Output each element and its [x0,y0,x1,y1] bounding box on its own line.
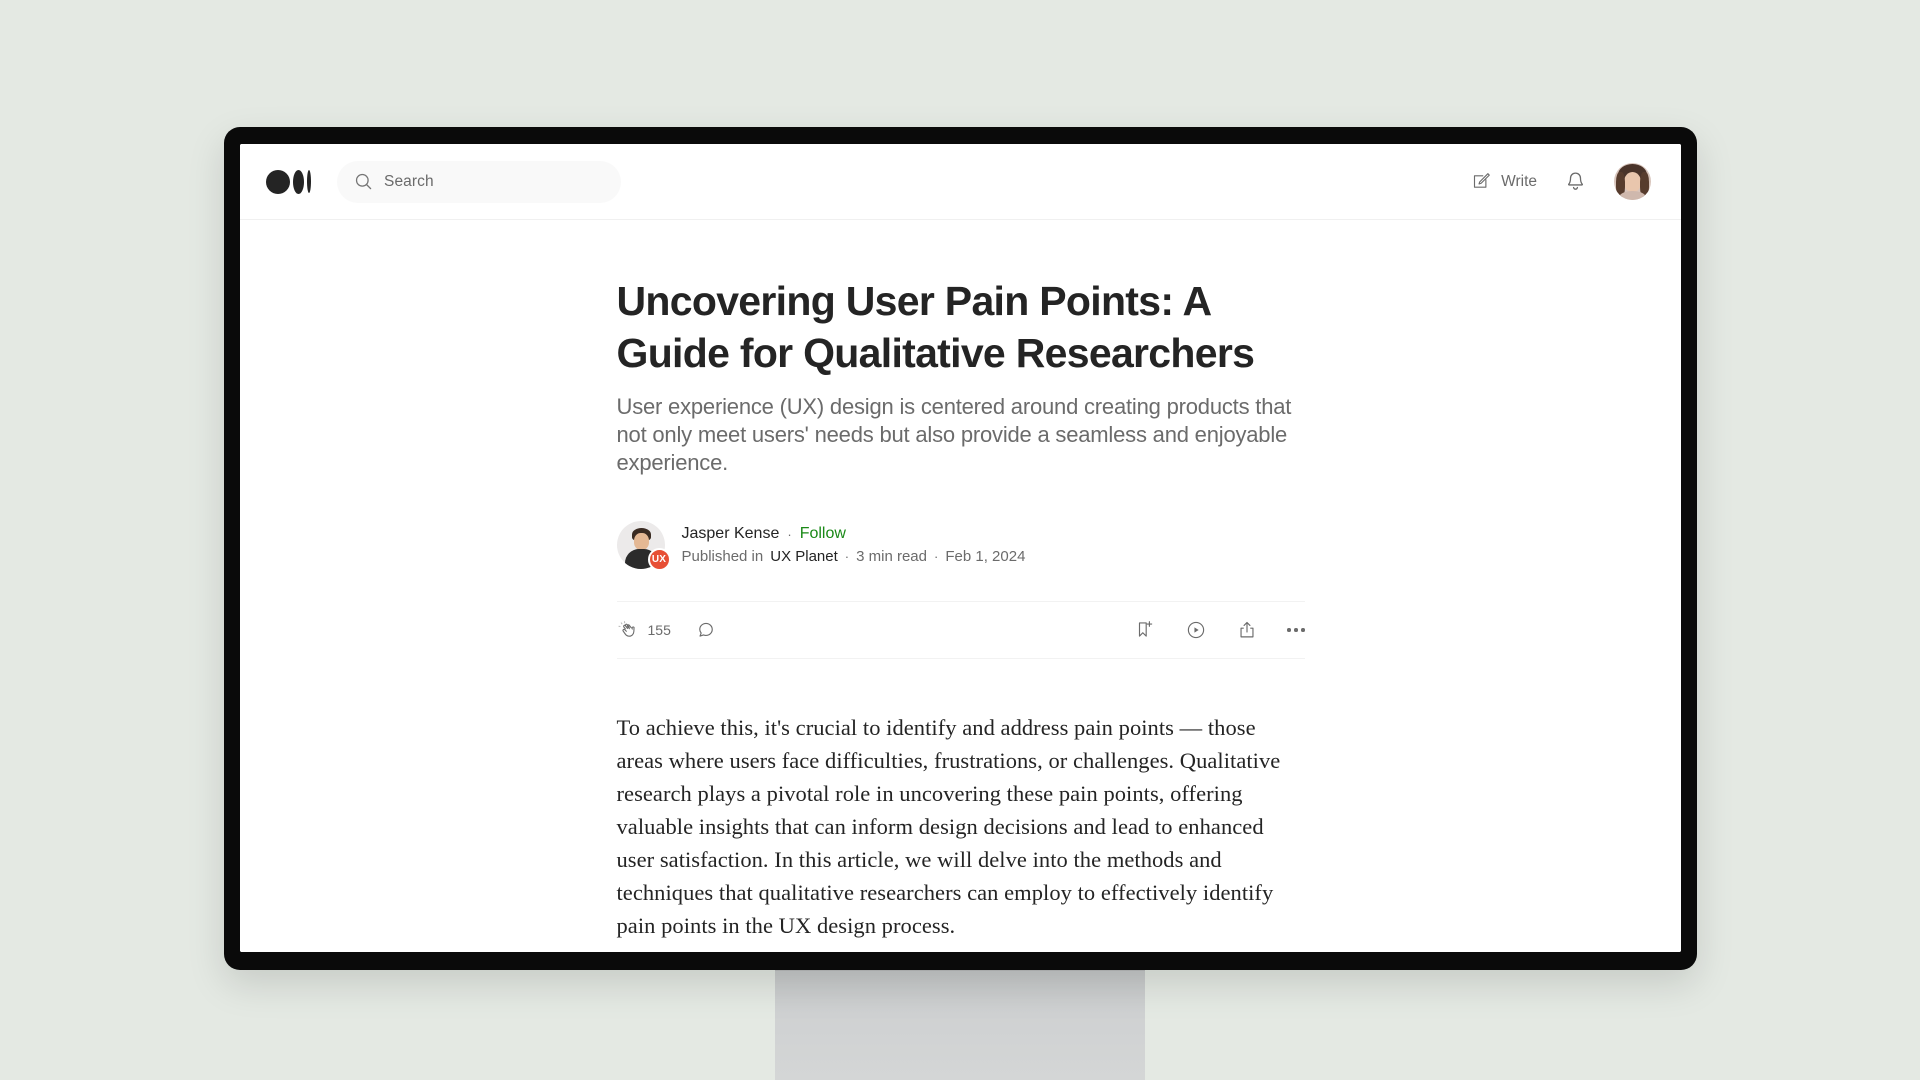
author-face [633,533,649,550]
action-bar-right [1134,619,1305,641]
author-name[interactable]: Jasper Kense [682,525,780,543]
comment-button[interactable] [695,619,717,641]
published-in-label: Published in [681,548,764,565]
byline-separator-3: · [934,549,939,564]
ellipsis-dot-3 [1301,628,1305,632]
read-time: 3 min read [856,548,927,565]
top-navigation-bar: Search Write [240,144,1681,220]
clap-button[interactable]: 155 [617,619,671,641]
monitor-bezel: Search Write Uncovering User Pain Points… [224,127,1697,970]
follow-link[interactable]: Follow [800,525,846,543]
article-title: Uncovering User Pain Points: A Guide for… [616,278,1255,376]
listen-button[interactable] [1185,619,1207,641]
byline: UX Jasper Kense · Follow Published in UX… [616,521,1305,571]
profile-avatar[interactable] [1614,163,1651,200]
ellipsis-dot-2 [1294,628,1298,632]
clap-count: 155 [647,622,671,638]
publish-date: Feb 1, 2024 [945,548,1026,565]
article: Uncovering User Pain Points: A Guide for… [616,220,1305,952]
search-input[interactable]: Search [337,160,621,203]
action-bar-left: 155 [617,619,717,641]
screen: Search Write Uncovering User Pain Points… [240,144,1681,952]
logo-dot-medium [293,169,304,194]
publication-badge: UX [647,548,671,571]
avatar-shoulders [1619,191,1646,200]
byline-text-block: Jasper Kense · Follow Published in UX Pl… [682,525,1026,565]
nav-right-group: Write [1471,163,1651,200]
more-options-button[interactable] [1287,628,1305,632]
search-icon [355,173,372,190]
article-action-bar: 155 [616,601,1305,659]
byline-separator-2: · [844,549,850,564]
medium-logo[interactable] [266,169,311,194]
monitor-stand [775,968,1145,1080]
avatar-face [1624,172,1641,192]
scene: Search Write Uncovering User Pain Points… [0,0,1920,1080]
article-subtitle: User experience (UX) design is centered … [616,394,1292,475]
bell-icon [1567,172,1584,190]
bookmark-button[interactable] [1134,619,1156,641]
byline-meta-row: Published in UX Planet · 3 min read · Fe… [682,548,1026,565]
byline-author-row: Jasper Kense · Follow [682,525,1026,543]
comment-icon [699,622,713,637]
author-avatar[interactable]: UX [616,521,671,571]
ellipsis-dot-1 [1287,628,1291,632]
write-button[interactable]: Write [1471,171,1537,192]
share-button[interactable] [1236,619,1258,641]
play-circle-icon [1187,621,1205,639]
clap-icon [617,621,635,637]
bookmark-add-icon [1138,621,1153,637]
publication-link[interactable]: UX Planet [770,548,838,565]
write-pencil-icon [1474,173,1490,188]
write-button-label: Write [1501,172,1537,190]
ellipsis-icon [1287,628,1305,632]
article-scroll-region[interactable]: Uncovering User Pain Points: A Guide for… [240,220,1681,952]
byline-separator-1: · [787,526,792,542]
logo-dot-small [307,170,311,193]
search-placeholder: Search [384,172,434,190]
share-icon [1240,621,1254,638]
logo-dot-large [266,169,290,194]
article-paragraph: To achieve this, it's crucial to identif… [616,715,1281,938]
notifications-button[interactable] [1564,170,1587,193]
